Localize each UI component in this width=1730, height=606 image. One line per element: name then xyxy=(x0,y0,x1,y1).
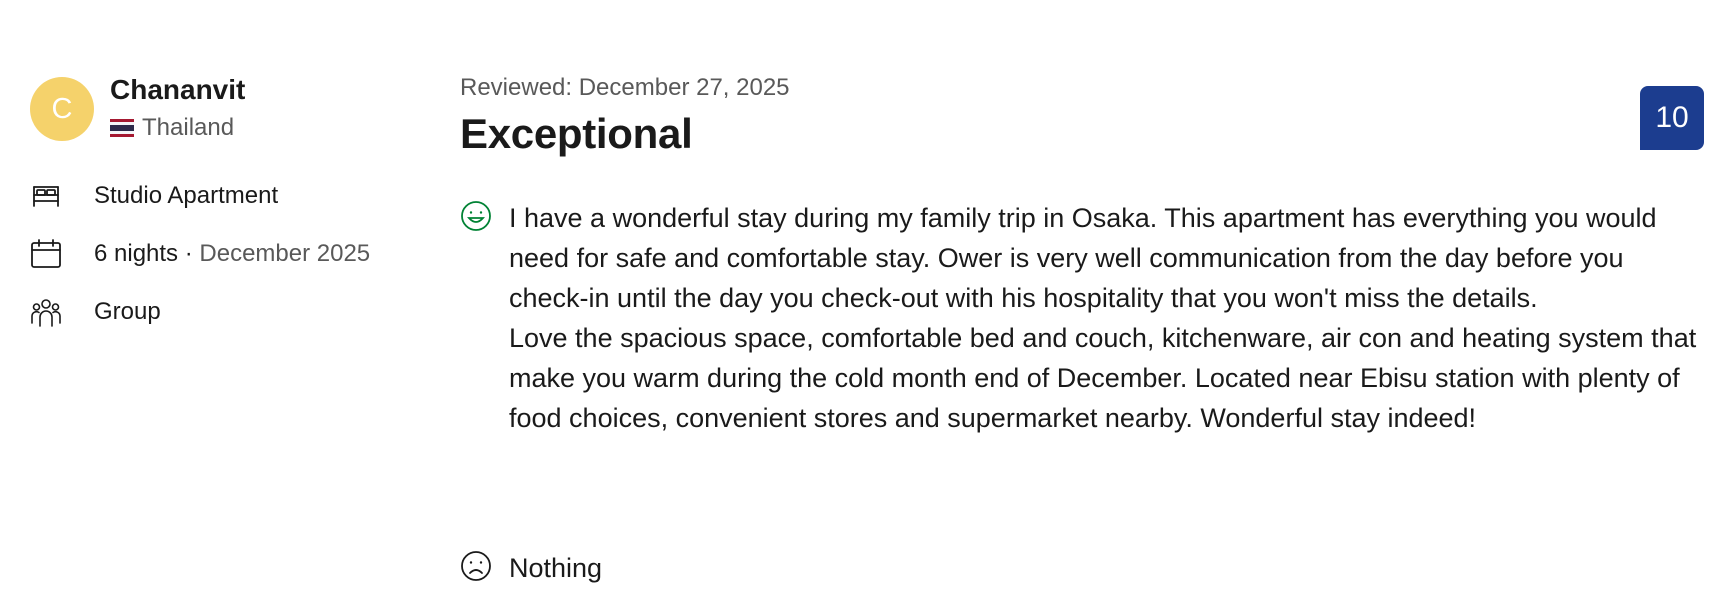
room-type: Studio Apartment xyxy=(94,182,279,209)
bed-icon xyxy=(33,186,59,207)
group-icon xyxy=(31,299,61,327)
review-score-badge: 10 xyxy=(1640,86,1704,150)
positive-comment-text: I have a wonderful stay during my family… xyxy=(509,203,1697,433)
separator-dot: · xyxy=(178,240,200,267)
negative-comment-text: Nothing xyxy=(509,553,603,583)
avatar: C xyxy=(30,77,94,141)
traveler-type: Group xyxy=(94,298,161,325)
country-label: Thailand xyxy=(142,114,235,141)
negative-comment: Nothing xyxy=(460,548,1700,588)
reviewer-panel: C Chananvit Thailand Studio Apartment 6 … xyxy=(30,74,430,327)
thailand-flag-icon xyxy=(110,119,134,137)
reviewer-country: Thailand xyxy=(110,114,234,142)
reviewer-name: Chananvit xyxy=(110,74,246,105)
room-type-row: Studio Apartment xyxy=(30,180,278,212)
stay-duration: 6 nights · December 2025 xyxy=(94,240,370,268)
stay-month: December 2025 xyxy=(199,240,371,267)
calendar-icon xyxy=(31,239,61,268)
review-content: Reviewed: December 27, 2025 Exceptional … xyxy=(460,74,1700,583)
traveler-type-row: Group xyxy=(30,296,161,328)
reviewer-block: C Chananvit Thailand xyxy=(30,74,430,144)
review-date: Reviewed: December 27, 2025 xyxy=(460,74,790,101)
positive-comment: I have a wonderful stay during my family… xyxy=(460,198,1700,438)
smiley-face-icon xyxy=(461,201,491,231)
stay-duration-row: 6 nights · December 2025 xyxy=(30,238,370,270)
sad-face-icon xyxy=(461,551,491,581)
nights-count: 6 nights xyxy=(94,240,179,267)
review-title: Exceptional xyxy=(460,110,693,157)
